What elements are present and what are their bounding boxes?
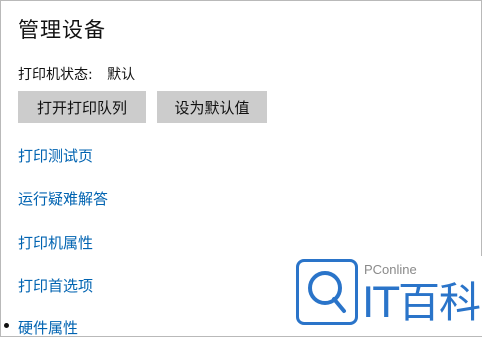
printing-preferences-link[interactable]: 打印首选项 [18, 275, 93, 296]
watermark-text: IT百科 [362, 278, 481, 327]
print-test-page-link[interactable]: 打印测试页 [18, 145, 93, 166]
page-title: 管理设备 [18, 18, 106, 42]
run-troubleshooter-link[interactable]: 运行疑难解答 [18, 188, 108, 209]
watermark-brand: PConline [364, 262, 417, 277]
magnifier-logo-icon [296, 259, 358, 325]
set-as-default-button[interactable]: 设为默认值 [157, 91, 267, 123]
open-print-queue-button[interactable]: 打开打印队列 [18, 91, 146, 123]
magnifier-icon [308, 271, 346, 313]
printer-status-value: 默认 [107, 67, 136, 83]
printer-status-label: 打印机状态: [18, 67, 93, 83]
cursor-dot [4, 323, 9, 328]
printer-properties-link[interactable]: 打印机属性 [18, 232, 93, 253]
printer-status: 打印机状态: 默认 [18, 64, 135, 84]
watermark: PConline IT百科 [282, 256, 482, 336]
hardware-properties-link[interactable]: 硬件属性 [18, 317, 78, 338]
